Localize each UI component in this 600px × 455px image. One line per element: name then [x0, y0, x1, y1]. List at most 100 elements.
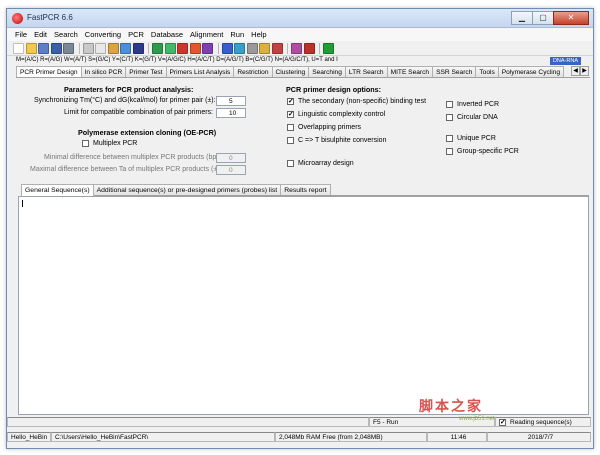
alignment-icon[interactable]: [259, 42, 270, 54]
status-run: F5 - Run: [369, 417, 495, 427]
reading-sequences-checkbox[interactable]: ✓ Reading sequence(s): [495, 417, 591, 427]
tab-primers-list-analysis[interactable]: Primers List Analysis: [165, 66, 235, 77]
overlapping-primers-label: Overlapping primers: [298, 124, 362, 131]
pcr-icon[interactable]: [234, 42, 245, 54]
tab-scroll-right-icon[interactable]: ▶: [580, 66, 589, 76]
min-diff-label: Minimal difference between multiplex PCR…: [44, 154, 221, 161]
primer-icon[interactable]: [221, 42, 233, 54]
overlapping-primers-checkbox[interactable]: Overlapping primers: [287, 124, 361, 131]
menu-edit[interactable]: Edit: [32, 28, 52, 41]
group-specific-pcr-label: Group-specific PCR: [457, 148, 519, 155]
unique-pcr-box[interactable]: [446, 135, 453, 142]
menu-search[interactable]: Search: [52, 28, 83, 41]
limit-label: Limit for compatible combination of pair…: [64, 109, 214, 116]
status-date: 2018/7/7: [487, 432, 591, 442]
tab-primer-test[interactable]: Primer Test: [125, 66, 167, 77]
minimize-button[interactable]: ▁: [511, 11, 533, 25]
report-icon[interactable]: [271, 42, 283, 54]
menu-alignment[interactable]: Alignment: [188, 28, 228, 41]
window-title: FastPCR 6.6: [27, 13, 73, 22]
database-icon[interactable]: [246, 42, 258, 54]
menu-pcr[interactable]: PCR: [126, 28, 149, 41]
bisulphite-conversion-checkbox[interactable]: C => T bisulphite conversion: [287, 137, 386, 144]
secondary-binding-box[interactable]: ✓: [287, 98, 294, 105]
tab-pcr-primer-design[interactable]: PCR Primer Design: [16, 66, 82, 77]
cut-icon[interactable]: [82, 42, 94, 54]
find-icon[interactable]: [120, 42, 131, 54]
multiplex-pcr-checkbox[interactable]: Multiplex PCR: [82, 140, 137, 147]
sync-input[interactable]: 5: [216, 96, 246, 106]
settings-icon[interactable]: [291, 42, 302, 54]
tab-searching[interactable]: Searching: [308, 66, 346, 77]
dna-rna-badge[interactable]: DNA-RNA: [549, 57, 581, 65]
reverse-complement-icon[interactable]: [202, 42, 213, 54]
toolbar-separator: [287, 42, 288, 54]
main-tabs: PCR Primer Design In silico PCR Primer T…: [16, 66, 590, 78]
inverted-pcr-box[interactable]: [446, 101, 453, 108]
linguistic-complexity-box[interactable]: ✓: [287, 111, 294, 118]
tab-in-silico-pcr[interactable]: In silico PCR: [80, 66, 127, 77]
inverted-pcr-checkbox[interactable]: Inverted PCR: [446, 101, 499, 108]
tab-additional-sequences[interactable]: Additional sequence(s) or pre-designed p…: [92, 184, 282, 195]
reverse-icon[interactable]: [177, 42, 188, 54]
tree-icon[interactable]: [303, 42, 315, 54]
window-controls: ▁ ▢ ✕: [511, 11, 589, 25]
tab-mite-search[interactable]: MITE Search: [386, 66, 434, 77]
new-icon[interactable]: [13, 42, 24, 54]
secondary-binding-checkbox[interactable]: ✓ The secondary (non-specific) binding t…: [287, 98, 426, 105]
menu-file[interactable]: File: [13, 28, 32, 41]
multiplex-pcr-box[interactable]: [82, 140, 89, 147]
reading-sequences-box[interactable]: ✓: [499, 418, 506, 426]
menu-run[interactable]: Run: [228, 28, 249, 41]
app-icon: [12, 13, 23, 24]
linguistic-complexity-checkbox[interactable]: ✓ Linguistic complexity control: [287, 111, 385, 118]
tab-restriction[interactable]: Restriction: [233, 66, 273, 77]
save-icon[interactable]: [38, 42, 49, 54]
circular-dna-box[interactable]: [446, 114, 453, 121]
menu-database[interactable]: Database: [149, 28, 188, 41]
circular-dna-checkbox[interactable]: Circular DNA: [446, 114, 498, 121]
save-all-icon[interactable]: [50, 42, 62, 54]
unique-pcr-checkbox[interactable]: Unique PCR: [446, 135, 496, 142]
status-user: Hello_HeBin: [7, 432, 51, 442]
max-diff-input[interactable]: 0: [216, 165, 246, 175]
tab-results-report[interactable]: Results report: [280, 184, 331, 195]
status-empty: [7, 417, 369, 427]
tab-polymerase-cycling[interactable]: Polymerase Cycling: [497, 66, 565, 77]
group-specific-pcr-checkbox[interactable]: Group-specific PCR: [446, 148, 519, 155]
overlapping-primers-box[interactable]: [287, 124, 294, 131]
tab-ssr-search[interactable]: SSR Search: [432, 66, 477, 77]
copy-icon[interactable]: [95, 42, 106, 54]
microarray-design-box[interactable]: [287, 160, 294, 167]
paste-icon[interactable]: [107, 42, 119, 54]
tab-tools[interactable]: Tools: [475, 66, 499, 77]
bisulphite-conversion-box[interactable]: [287, 137, 294, 144]
min-diff-input[interactable]: 0: [216, 153, 246, 163]
tab-clustering[interactable]: Clustering: [271, 66, 310, 77]
watermark-main: 脚本之家: [419, 398, 483, 414]
open-icon[interactable]: [25, 42, 37, 54]
menu-help[interactable]: Help: [249, 28, 271, 41]
microarray-design-label: Microarray design: [298, 160, 354, 167]
menu-converting[interactable]: Converting: [83, 28, 126, 41]
tab-ltr-search[interactable]: LTR Search: [344, 66, 388, 77]
status-ram: 2,048Mb RAM Free (from 2,048MB): [275, 432, 427, 442]
limit-input[interactable]: 10: [216, 108, 246, 118]
maximize-button[interactable]: ▢: [532, 11, 554, 25]
max-diff-label: Maximal difference between Ta of multipl…: [30, 166, 230, 173]
tab-scroll-left-icon[interactable]: ◀: [571, 66, 580, 76]
sequence-editor[interactable]: [18, 196, 589, 415]
close-button[interactable]: ✕: [553, 11, 589, 25]
translate-icon[interactable]: [164, 42, 176, 54]
print-icon[interactable]: [63, 42, 74, 54]
binoculars-icon[interactable]: [132, 42, 144, 54]
run-icon[interactable]: [323, 42, 334, 54]
status-bar-run: F5 - Run ✓ Reading sequence(s): [7, 416, 593, 428]
group-specific-pcr-box[interactable]: [446, 148, 453, 155]
status-path: C:\Users\Hello_HeBin\FastPCR\: [51, 432, 275, 442]
tab-general-sequences[interactable]: General Sequence(s): [21, 184, 94, 196]
complement-icon[interactable]: [189, 42, 201, 54]
convert-icon[interactable]: [152, 42, 163, 54]
microarray-design-checkbox[interactable]: Microarray design: [287, 160, 354, 167]
toolbar-separator: [217, 42, 219, 54]
